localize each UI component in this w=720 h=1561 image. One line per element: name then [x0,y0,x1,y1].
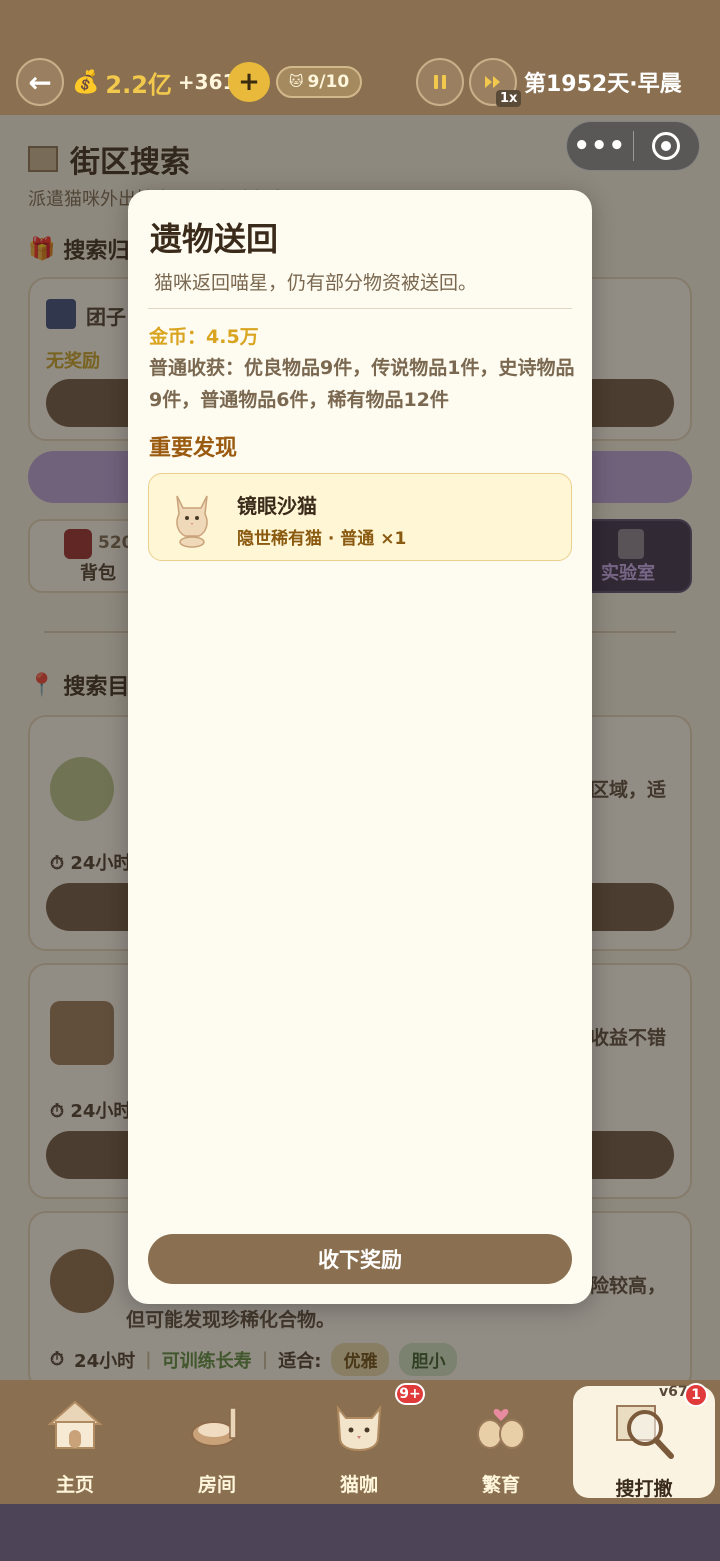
more-options-icon[interactable]: ••• [567,131,633,161]
search-badge: 1 [684,1383,708,1407]
nav-cafe-label: 猫咖 [339,1474,378,1496]
back-button[interactable]: ← [16,58,64,106]
normal-gains: 普通收获：优良物品9件，传说物品1件，史诗物品9件，普通物品6件，稀有物品12件 [149,357,575,411]
speed-tag: 1x [496,90,522,107]
nav-room[interactable]: 房间 [146,1380,288,1504]
top-bar: ← 💰 2.2亿 +3613 + 🐱 9/10 1x 第1952天·早晨 [0,0,720,115]
close-miniprogram-button[interactable] [634,132,700,160]
claim-reward-button[interactable]: 收下奖励 [148,1234,572,1284]
nav-room-label: 房间 [197,1474,236,1496]
important-heading: 重要发现 [149,436,238,461]
back-arrow-icon: ← [28,65,52,99]
nav-home[interactable]: 主页 [4,1380,146,1504]
fast-forward-icon [485,76,500,88]
cat-capacity[interactable]: 🐱 9/10 [276,66,362,98]
cat-couple-icon [477,1409,525,1449]
nav-breed[interactable]: 繁育 [430,1380,572,1504]
modal-description: 猫咪返回喵星，仍有部分物资被送回。 [154,272,478,294]
modal-divider [148,308,572,309]
miniprogram-capsule: ••• [566,121,700,171]
nav-search-label: 搜打撤 [615,1478,673,1500]
pause-icon [434,75,446,89]
bottom-safe-area [0,1504,720,1561]
cat-bed-icon [191,1407,237,1447]
target-icon [652,132,681,160]
day-time-label: 第1952天·早晨 [524,72,682,97]
nav-breed-label: 繁育 [481,1474,520,1496]
nav-home-label: 主页 [55,1474,94,1496]
discovery-meta: 隐世稀有猫 · 普通 ×1 [237,529,407,549]
cafe-badge: 9+ [395,1383,425,1405]
add-coins-button[interactable]: + [228,62,270,102]
coin-display: 💰 2.2亿 +3613 [72,66,250,99]
house-icon [47,1400,103,1449]
cat-icon [176,495,208,548]
reward-modal: 遗物送回 猫咪返回喵星，仍有部分物资被送回。 金币：4.5万 普通收获：优良物品… [128,190,592,1304]
discovery-card[interactable]: 镜眼沙猫 隐世稀有猫 · 普通 ×1 [148,473,572,561]
cat-face-icon: 🐱 [288,74,304,90]
cat-cup-icon [336,1404,382,1452]
money-bag-icon: 💰 [72,69,100,95]
magnifier-map-icon [616,1405,674,1459]
discovery-name: 镜眼沙猫 [237,494,317,518]
modal-title: 遗物送回 [150,220,279,258]
pause-button[interactable] [416,58,464,106]
gold-reward: 金币：4.5万 [149,326,259,348]
coin-amount: 2.2亿 [105,70,172,99]
